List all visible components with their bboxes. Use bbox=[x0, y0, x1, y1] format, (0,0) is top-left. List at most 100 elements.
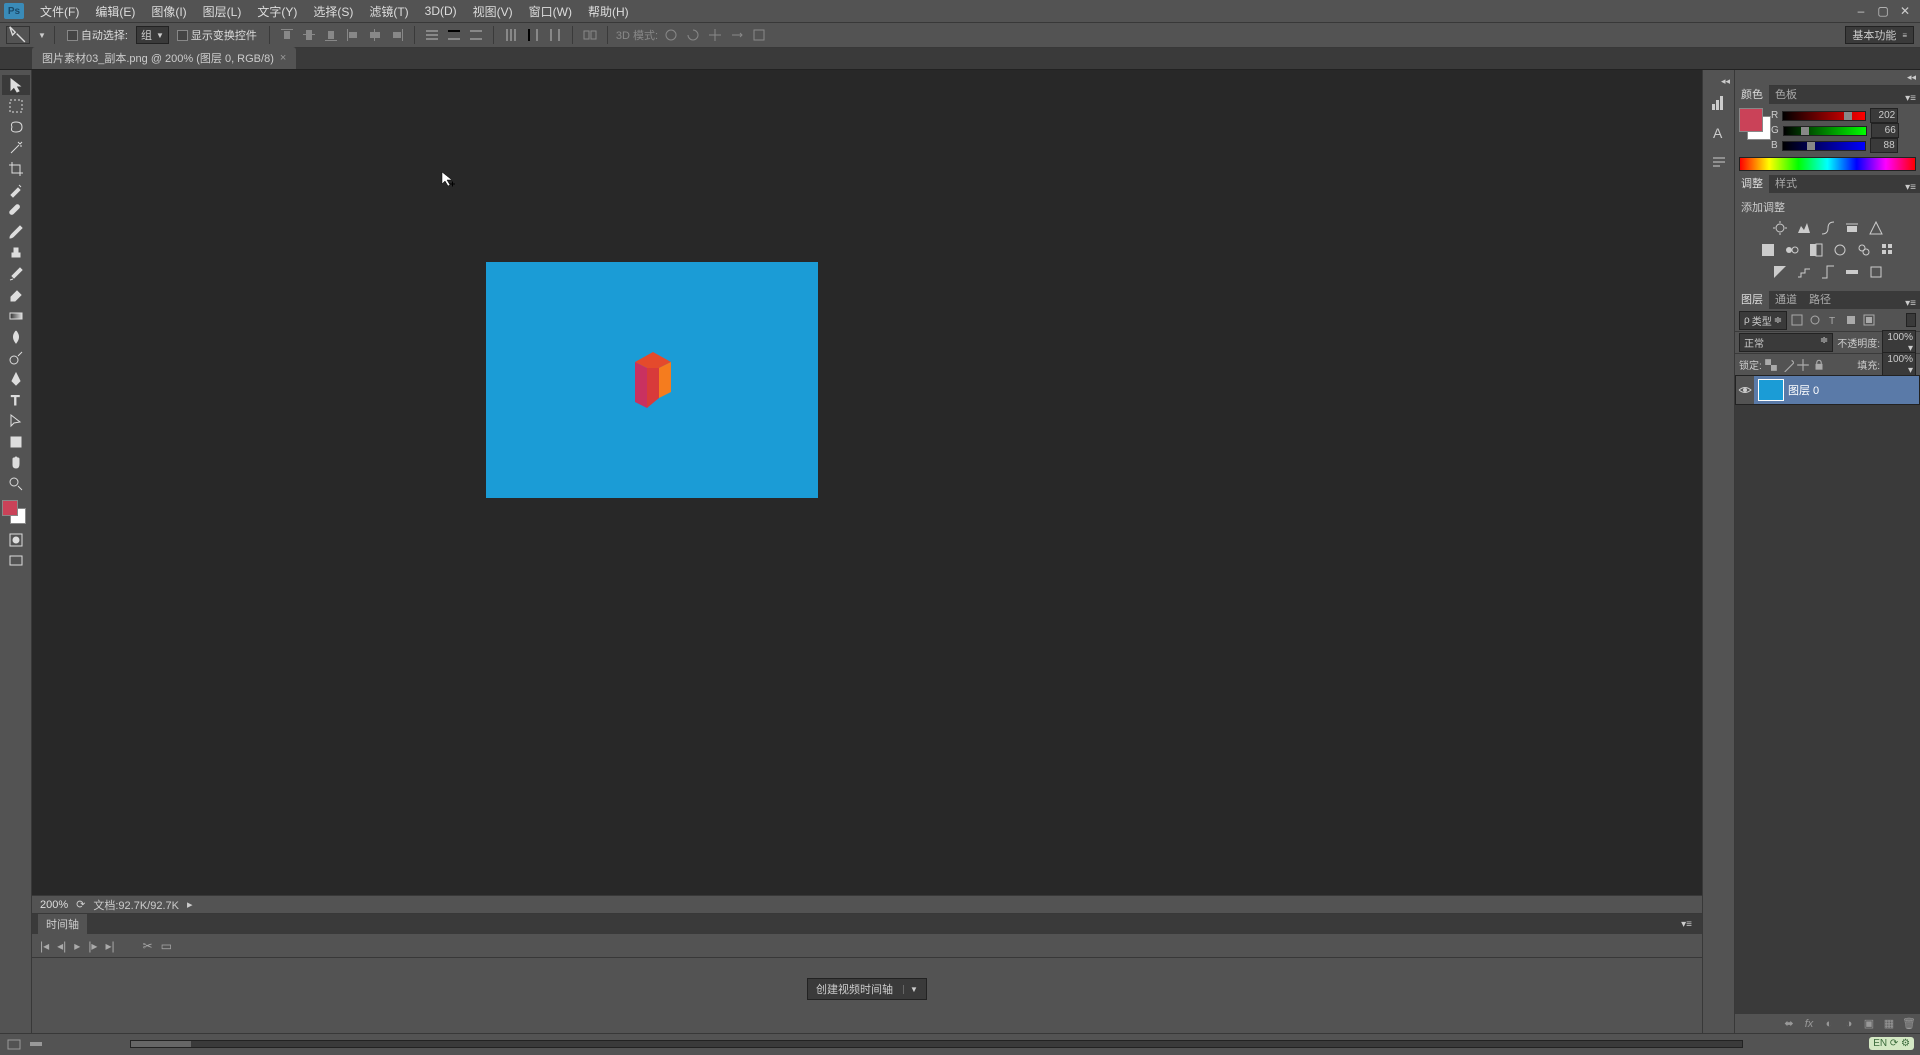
quickmask-tool[interactable] bbox=[2, 530, 30, 550]
timeline-tab[interactable]: 时间轴 bbox=[38, 914, 87, 934]
3d-roll-icon[interactable] bbox=[684, 26, 702, 44]
scrollbar-thumb[interactable] bbox=[131, 1041, 191, 1047]
lock-image-icon[interactable] bbox=[1780, 358, 1794, 372]
filter-pixel-icon[interactable] bbox=[1789, 312, 1805, 328]
levels-adjust-icon[interactable] bbox=[1795, 219, 1813, 237]
align-vcenter-icon[interactable] bbox=[300, 26, 318, 44]
dodge-tool[interactable] bbox=[2, 348, 30, 368]
menu-file[interactable]: 文件(F) bbox=[32, 1, 87, 22]
tab-paths[interactable]: 路径 bbox=[1803, 289, 1837, 309]
tab-layers[interactable]: 图层 bbox=[1735, 289, 1769, 309]
menu-window[interactable]: 窗口(W) bbox=[521, 1, 580, 22]
minimize-button[interactable]: – bbox=[1850, 2, 1872, 20]
tab-adjustments[interactable]: 调整 bbox=[1735, 173, 1769, 193]
3d-pan-icon[interactable] bbox=[706, 26, 724, 44]
filter-smart-icon[interactable] bbox=[1861, 312, 1877, 328]
layers-panel-menu-icon[interactable]: ▾≡ bbox=[1901, 298, 1920, 309]
bottom-scrollbar[interactable] bbox=[130, 1040, 1743, 1048]
link-layers-icon[interactable]: ⬌ bbox=[1782, 1017, 1796, 1031]
eyedropper-tool[interactable] bbox=[2, 180, 30, 200]
align-top-icon[interactable] bbox=[278, 26, 296, 44]
distribute-right-icon[interactable] bbox=[546, 26, 564, 44]
gradient-tool[interactable] bbox=[2, 306, 30, 326]
screenmode-tool[interactable] bbox=[2, 551, 30, 571]
distribute-hcenter-icon[interactable] bbox=[524, 26, 542, 44]
timeline-prev-frame-icon[interactable]: ◂| bbox=[57, 939, 66, 953]
g-value[interactable]: 66 bbox=[1871, 123, 1899, 138]
b-slider[interactable] bbox=[1782, 141, 1866, 151]
align-left-icon[interactable] bbox=[344, 26, 362, 44]
gradient-map-adjust-icon[interactable] bbox=[1843, 263, 1861, 281]
tab-color[interactable]: 颜色 bbox=[1735, 84, 1769, 104]
zoom-tool[interactable] bbox=[2, 474, 30, 494]
b-value[interactable]: 88 bbox=[1870, 138, 1898, 153]
timeline-shortcut-icon[interactable] bbox=[28, 1036, 44, 1052]
exposure-adjust-icon[interactable] bbox=[1843, 219, 1861, 237]
menu-type[interactable]: 文字(Y) bbox=[249, 1, 305, 22]
filter-toggle[interactable] bbox=[1906, 313, 1916, 327]
menu-layer[interactable]: 图层(L) bbox=[195, 1, 250, 22]
foreground-color[interactable] bbox=[2, 500, 18, 516]
timeline-cut-icon[interactable]: ✂ bbox=[143, 939, 153, 953]
status-refresh-icon[interactable]: ⟳ bbox=[76, 898, 85, 911]
layer-name[interactable]: 图层 0 bbox=[1788, 382, 1819, 398]
menu-3d[interactable]: 3D(D) bbox=[417, 2, 465, 20]
history-brush-tool[interactable] bbox=[2, 264, 30, 284]
distribute-bottom-icon[interactable] bbox=[467, 26, 485, 44]
brightness-adjust-icon[interactable] bbox=[1771, 219, 1789, 237]
tool-preset-picker[interactable] bbox=[6, 26, 30, 44]
document-tab[interactable]: 图片素材03_副本.png @ 200% (图层 0, RGB/8) × bbox=[32, 47, 296, 69]
color-balance-adjust-icon[interactable] bbox=[1783, 241, 1801, 259]
align-right-icon[interactable] bbox=[388, 26, 406, 44]
lock-transparency-icon[interactable] bbox=[1764, 358, 1778, 372]
3d-scale-icon[interactable] bbox=[750, 26, 768, 44]
distribute-top-icon[interactable] bbox=[423, 26, 441, 44]
menu-image[interactable]: 图像(I) bbox=[143, 1, 194, 22]
layer-visibility-icon[interactable] bbox=[1736, 376, 1754, 404]
3d-orbit-icon[interactable] bbox=[662, 26, 680, 44]
align-hcenter-icon[interactable] bbox=[366, 26, 384, 44]
vibrance-adjust-icon[interactable] bbox=[1867, 219, 1885, 237]
bw-adjust-icon[interactable] bbox=[1807, 241, 1825, 259]
timeline-play-icon[interactable]: ▸ bbox=[74, 939, 80, 953]
menu-filter[interactable]: 滤镜(T) bbox=[361, 1, 416, 22]
spot-heal-tool[interactable] bbox=[2, 201, 30, 221]
fill-value[interactable]: 100% ▾ bbox=[1882, 352, 1916, 378]
blur-tool[interactable] bbox=[2, 327, 30, 347]
timeline-next-frame-icon[interactable]: |▸ bbox=[88, 939, 97, 953]
minibridge-icon[interactable] bbox=[6, 1036, 22, 1052]
lasso-tool[interactable] bbox=[2, 117, 30, 137]
filter-adjust-icon[interactable] bbox=[1807, 312, 1823, 328]
auto-align-icon[interactable] bbox=[581, 26, 599, 44]
type-tool[interactable]: T bbox=[2, 390, 30, 410]
shape-tool[interactable] bbox=[2, 432, 30, 452]
channel-mixer-adjust-icon[interactable] bbox=[1855, 241, 1873, 259]
timeline-last-frame-icon[interactable]: ▸| bbox=[105, 939, 114, 953]
layer-mask-icon[interactable]: ◐ bbox=[1822, 1017, 1836, 1031]
workspace-selector[interactable]: 基本功能 ≡ bbox=[1845, 26, 1914, 44]
stamp-tool[interactable] bbox=[2, 243, 30, 263]
hue-strip[interactable] bbox=[1739, 157, 1916, 171]
g-slider[interactable] bbox=[1783, 126, 1867, 136]
timeline-transition-icon[interactable]: ▭ bbox=[161, 939, 172, 953]
filter-shape-icon[interactable] bbox=[1843, 312, 1859, 328]
threshold-adjust-icon[interactable] bbox=[1819, 263, 1837, 281]
layer-item[interactable]: 图层 0 bbox=[1735, 375, 1920, 405]
zoom-value[interactable]: 200% bbox=[40, 899, 68, 911]
distribute-vcenter-icon[interactable] bbox=[445, 26, 463, 44]
posterize-adjust-icon[interactable] bbox=[1795, 263, 1813, 281]
photo-filter-adjust-icon[interactable] bbox=[1831, 241, 1849, 259]
marquee-tool[interactable] bbox=[2, 96, 30, 116]
move-tool[interactable] bbox=[2, 75, 30, 95]
color-swatches[interactable] bbox=[2, 500, 26, 524]
tab-swatches[interactable]: 色板 bbox=[1769, 84, 1803, 104]
layer-thumbnail[interactable] bbox=[1758, 379, 1784, 401]
expand-panels-icon[interactable]: ◂◂ bbox=[1703, 76, 1734, 87]
create-timeline-dropdown-icon[interactable]: ▼ bbox=[903, 985, 918, 994]
3d-slide-icon[interactable] bbox=[728, 26, 746, 44]
create-timeline-button[interactable]: 创建视频时间轴 ▼ bbox=[807, 978, 927, 1000]
delete-layer-icon[interactable]: 🗑 bbox=[1902, 1017, 1916, 1031]
distribute-left-icon[interactable] bbox=[502, 26, 520, 44]
paragraph-panel-icon[interactable] bbox=[1705, 149, 1733, 177]
color-lookup-adjust-icon[interactable] bbox=[1879, 241, 1897, 259]
